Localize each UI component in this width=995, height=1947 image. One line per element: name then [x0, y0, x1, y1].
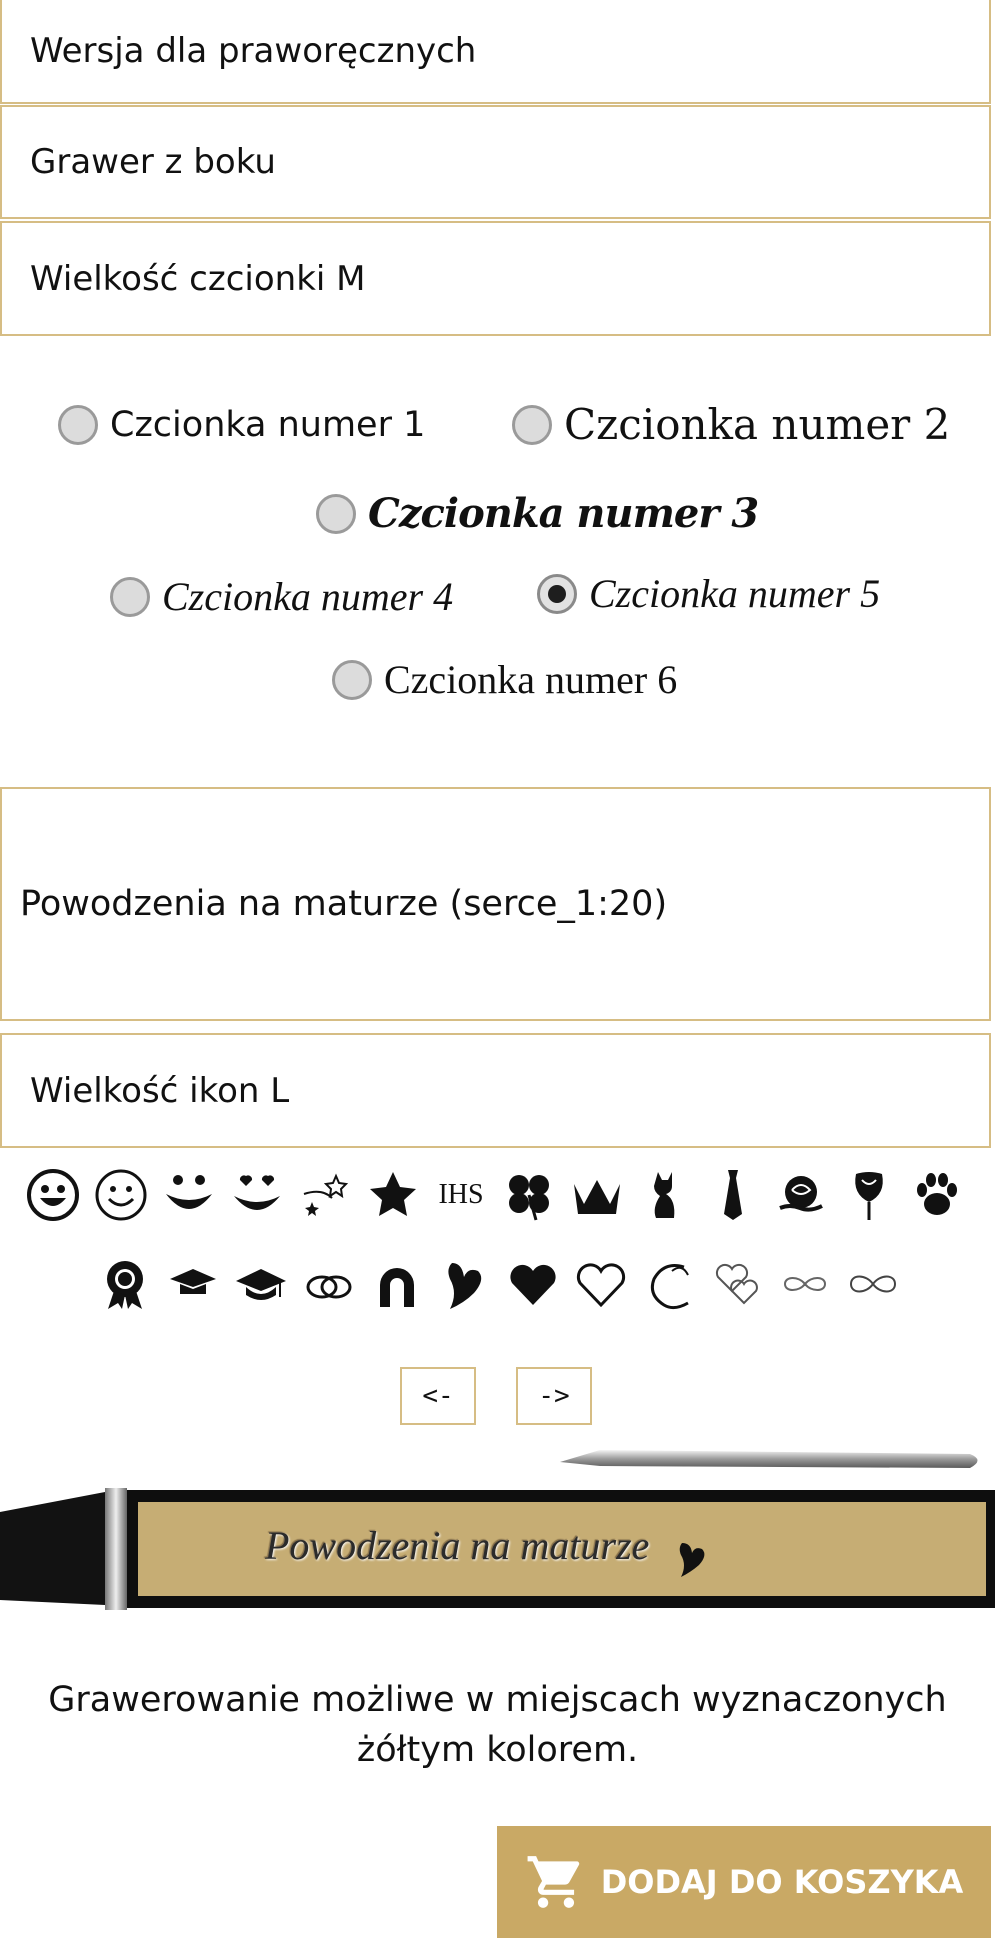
- font-5-radio[interactable]: [537, 573, 577, 614]
- infinity-icon[interactable]: [846, 1254, 900, 1314]
- font-option-4[interactable]: Czcionka numer 4: [110, 573, 453, 620]
- add-to-cart-label: DODAJ DO KOSZYKA: [600, 1863, 964, 1901]
- engraving-text-value: Powodzenia na maturze (serce_1:20): [20, 884, 668, 924]
- pen-engraving-preview: Powodzenia na maturze: [265, 1523, 650, 1568]
- icon-picker-row-2: [98, 1254, 914, 1314]
- engraving-side-select[interactable]: Grawer z boku: [0, 105, 991, 219]
- font-2-radio[interactable]: [512, 404, 552, 445]
- next-icons-button[interactable]: ->: [516, 1367, 592, 1425]
- icon-size-label: Wielkość ikon L: [30, 1070, 290, 1111]
- font-option-6[interactable]: Czcionka numer 6: [332, 656, 677, 703]
- font-size-select[interactable]: Wielkość czcionki M: [0, 221, 991, 336]
- heart-icon[interactable]: [506, 1254, 560, 1314]
- font-6-radio[interactable]: [332, 659, 372, 700]
- graduation-cap-icon[interactable]: [166, 1254, 220, 1314]
- clover-icon[interactable]: [502, 1165, 556, 1225]
- prev-label: <-: [422, 1381, 454, 1411]
- next-label: ->: [538, 1381, 570, 1411]
- heart-outline-icon[interactable]: [574, 1254, 628, 1314]
- font-3-radio[interactable]: [316, 493, 356, 534]
- font-option-2[interactable]: Czcionka numer 2: [512, 400, 950, 449]
- hearts-outline-icon[interactable]: [710, 1254, 764, 1314]
- rose-bud-icon[interactable]: [842, 1165, 896, 1225]
- heart-swirl-icon[interactable]: [642, 1254, 696, 1314]
- font-1-radio[interactable]: [58, 405, 98, 445]
- font-option-5[interactable]: Czcionka numer 5: [537, 570, 880, 617]
- paw-icon[interactable]: [910, 1165, 964, 1225]
- award-icon[interactable]: [98, 1254, 152, 1314]
- engraving-side-label: Grawer z boku: [30, 142, 276, 182]
- horseshoe-icon[interactable]: [370, 1254, 424, 1314]
- grin-icon[interactable]: [162, 1165, 216, 1225]
- engraving-text-input[interactable]: Powodzenia na maturze (serce_1:20): [0, 787, 991, 1021]
- hand-version-label: Wersja dla praworęcznych: [30, 31, 477, 71]
- add-to-cart-button[interactable]: DODAJ DO KOSZYKA: [497, 1826, 991, 1938]
- font-2-label: Czcionka numer 2: [564, 400, 951, 449]
- font-5-label: Czcionka numer 5: [589, 571, 881, 616]
- info-line-1: Grawerowanie możliwe w miejscach wyznacz…: [48, 1680, 947, 1720]
- ihs-icon[interactable]: IHS: [434, 1165, 488, 1225]
- star-icon[interactable]: [366, 1165, 420, 1225]
- hand-version-select[interactable]: Wersja dla praworęcznych: [0, 0, 991, 104]
- font-option-1[interactable]: Czcionka numer 1: [58, 405, 425, 445]
- graduation-cap-2-icon[interactable]: [234, 1254, 288, 1314]
- stars-icon[interactable]: [298, 1165, 352, 1225]
- font-size-label: Wielkość czcionki M: [30, 258, 366, 299]
- tie-icon[interactable]: [706, 1165, 760, 1225]
- infinity-thin-icon[interactable]: [778, 1254, 832, 1314]
- crown-icon[interactable]: [570, 1165, 624, 1225]
- rings-icon[interactable]: [302, 1254, 356, 1314]
- info-line-2: żółtym kolorem.: [356, 1730, 639, 1770]
- cat-icon[interactable]: [638, 1165, 692, 1225]
- rose-icon[interactable]: [774, 1165, 828, 1225]
- font-option-3[interactable]: Czcionka numer 3: [316, 490, 759, 537]
- font-4-label: Czcionka numer 4: [162, 574, 454, 619]
- prev-icons-button[interactable]: <-: [400, 1367, 476, 1425]
- font-1-label: Czcionka numer 1: [110, 405, 426, 445]
- icon-size-select[interactable]: Wielkość ikon L: [0, 1033, 991, 1148]
- ihs-label: IHS: [438, 1179, 484, 1210]
- grin-hearts-icon[interactable]: [230, 1165, 284, 1225]
- icon-picker-row-1: IHS: [26, 1165, 978, 1225]
- engraving-info-text: Grawerowanie możliwe w miejscach wyznacz…: [0, 1675, 995, 1775]
- font-4-radio[interactable]: [110, 576, 150, 617]
- cart-icon: [527, 1856, 579, 1908]
- heart-brush-icon[interactable]: [438, 1254, 492, 1314]
- smiley-outline-icon[interactable]: [94, 1165, 148, 1225]
- font-3-label: Czcionka numer 3: [368, 490, 759, 537]
- font-6-label: Czcionka numer 6: [384, 657, 678, 702]
- smiley-icon[interactable]: [26, 1165, 80, 1225]
